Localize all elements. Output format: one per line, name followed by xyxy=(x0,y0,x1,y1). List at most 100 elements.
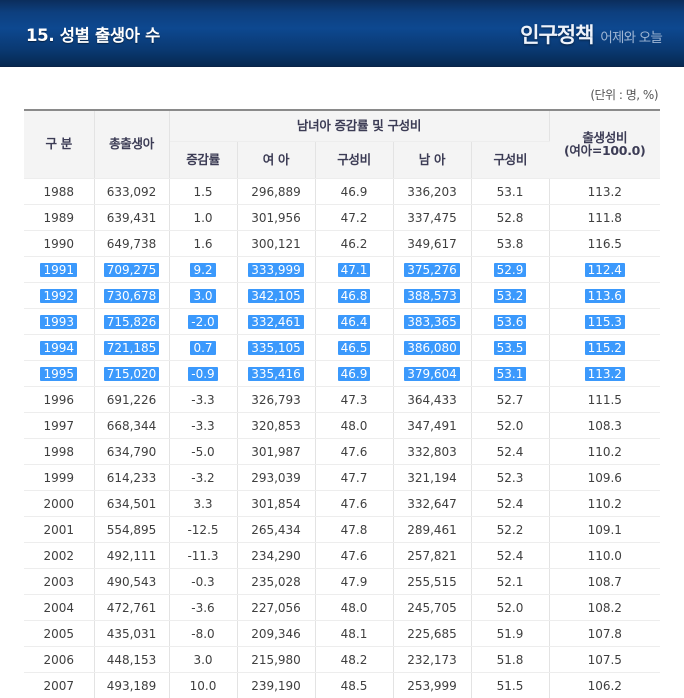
brand-name: 인구정책 xyxy=(520,19,593,49)
cell-total: 492,111 xyxy=(94,543,169,569)
table-row[interactable]: 2003490,543-0.3235,02847.9255,51552.1108… xyxy=(24,569,660,595)
table-row[interactable]: 2000634,5013.3301,85447.6332,64752.4110.… xyxy=(24,491,660,517)
cell-male: 347,491 xyxy=(393,413,471,439)
cell-male-share-value: 51.8 xyxy=(497,654,524,666)
table-body: 1988633,0921.5296,88946.9336,20353.1113.… xyxy=(24,179,660,698)
cell-female: 296,889 xyxy=(237,179,315,205)
cell-female-share-value: 46.8 xyxy=(338,289,371,303)
cell-female-share-value: 46.9 xyxy=(338,367,371,381)
table-row[interactable]: 1992730,6783.0342,10546.8388,57353.2113.… xyxy=(24,283,660,309)
cell-female-share: 47.7 xyxy=(315,465,393,491)
table-row[interactable]: 2001554,895-12.5265,43447.8289,46152.210… xyxy=(24,517,660,543)
births-by-sex-table: 구 분 총출생아 남녀아 증감률 및 구성비 출생성비 (여아=100.0) 증… xyxy=(24,109,660,698)
table-row[interactable]: 1989639,4311.0301,95647.2337,47552.8111.… xyxy=(24,205,660,231)
cell-male-share: 53.6 xyxy=(471,309,549,335)
cell-female: 239,190 xyxy=(237,673,315,698)
cell-sex-ratio-value: 115.2 xyxy=(585,341,625,355)
table-row[interactable]: 1997668,344-3.3320,85348.0347,49152.0108… xyxy=(24,413,660,439)
col-header-male: 남 아 xyxy=(393,142,471,179)
table-row[interactable]: 1993715,826-2.0332,46146.4383,36553.6115… xyxy=(24,309,660,335)
cell-male: 332,803 xyxy=(393,439,471,465)
table-row[interactable]: 2007493,18910.0239,19048.5253,99951.5106… xyxy=(24,673,660,698)
cell-female-share-value: 47.1 xyxy=(338,263,371,277)
col-header-female-share: 구성비 xyxy=(315,142,393,179)
cell-year-value: 2002 xyxy=(43,550,74,562)
cell-year-value: 2004 xyxy=(43,602,74,614)
cell-male-share-value: 52.1 xyxy=(497,576,524,588)
cell-female-share-value: 48.5 xyxy=(341,680,368,692)
cell-female-share: 48.0 xyxy=(315,595,393,621)
table-row[interactable]: 1994721,1850.7335,10546.5386,08053.5115.… xyxy=(24,335,660,361)
cell-male: 386,080 xyxy=(393,335,471,361)
cell-male-value: 347,491 xyxy=(407,420,457,432)
cell-rate-value: -5.0 xyxy=(191,446,214,458)
cell-female: 209,346 xyxy=(237,621,315,647)
cell-year: 1993 xyxy=(24,309,94,335)
cell-total-value: 435,031 xyxy=(107,628,157,640)
table-row[interactable]: 2002492,111-11.3234,29047.6257,82152.411… xyxy=(24,543,660,569)
cell-female-share: 48.1 xyxy=(315,621,393,647)
cell-rate-value: -11.3 xyxy=(187,550,218,562)
table-row[interactable]: 2004472,761-3.6227,05648.0245,70552.0108… xyxy=(24,595,660,621)
cell-female: 326,793 xyxy=(237,387,315,413)
cell-male-share: 51.9 xyxy=(471,621,549,647)
cell-rate: 9.2 xyxy=(169,257,237,283)
table-row[interactable]: 1998634,790-5.0301,98747.6332,80352.4110… xyxy=(24,439,660,465)
cell-rate-value: -3.6 xyxy=(191,602,214,614)
cell-male-share: 53.5 xyxy=(471,335,549,361)
cell-rate: -3.3 xyxy=(169,387,237,413)
cell-female: 335,416 xyxy=(237,361,315,387)
table-row[interactable]: 1991709,2759.2333,99947.1375,27652.9112.… xyxy=(24,257,660,283)
cell-female-share: 47.8 xyxy=(315,517,393,543)
cell-total-value: 691,226 xyxy=(107,394,157,406)
cell-rate: 1.6 xyxy=(169,231,237,257)
cell-male-share: 52.2 xyxy=(471,517,549,543)
cell-male-share: 52.0 xyxy=(471,595,549,621)
cell-total-value: 492,111 xyxy=(107,550,157,562)
cell-total-value: 709,275 xyxy=(104,263,160,277)
table-row[interactable]: 2006448,1533.0215,98048.2232,17351.8107.… xyxy=(24,647,660,673)
cell-total: 709,275 xyxy=(94,257,169,283)
cell-male-share-value: 52.2 xyxy=(497,524,524,536)
cell-female-share: 48.0 xyxy=(315,413,393,439)
cell-female: 335,105 xyxy=(237,335,315,361)
cell-female-share: 47.3 xyxy=(315,387,393,413)
table-row[interactable]: 1990649,7381.6300,12146.2349,61753.8116.… xyxy=(24,231,660,257)
cell-total: 633,092 xyxy=(94,179,169,205)
cell-sex-ratio: 115.3 xyxy=(549,309,660,335)
cell-female-value: 332,461 xyxy=(248,315,304,329)
cell-sex-ratio: 112.4 xyxy=(549,257,660,283)
cell-sex-ratio-value: 110.0 xyxy=(588,550,622,562)
cell-sex-ratio-value: 111.5 xyxy=(588,394,622,406)
cell-female-value: 333,999 xyxy=(248,263,304,277)
cell-total-value: 639,431 xyxy=(107,212,157,224)
cell-female-value: 235,028 xyxy=(251,576,301,588)
cell-total: 715,826 xyxy=(94,309,169,335)
cell-female-value: 335,416 xyxy=(248,367,304,381)
cell-sex-ratio: 113.6 xyxy=(549,283,660,309)
cell-female-value: 342,105 xyxy=(248,289,304,303)
cell-total-value: 448,153 xyxy=(107,654,157,666)
cell-year: 2002 xyxy=(24,543,94,569)
cell-male: 232,173 xyxy=(393,647,471,673)
cell-rate: 3.3 xyxy=(169,491,237,517)
cell-male-value: 257,821 xyxy=(407,550,457,562)
cell-sex-ratio-value: 113.2 xyxy=(585,367,625,381)
cell-male-value: 332,803 xyxy=(407,446,457,458)
table-row[interactable]: 1988633,0921.5296,88946.9336,20353.1113.… xyxy=(24,179,660,205)
cell-male-share: 52.1 xyxy=(471,569,549,595)
cell-male-value: 332,647 xyxy=(407,498,457,510)
cell-female: 227,056 xyxy=(237,595,315,621)
cell-female: 234,290 xyxy=(237,543,315,569)
cell-male-value: 253,999 xyxy=(407,680,457,692)
table-row[interactable]: 1999614,233-3.2293,03947.7321,19452.3109… xyxy=(24,465,660,491)
cell-year: 1995 xyxy=(24,361,94,387)
cell-female-share: 47.6 xyxy=(315,491,393,517)
col-header-sex-ratio: 출생성비 (여아=100.0) xyxy=(549,110,660,179)
table-row[interactable]: 1996691,226-3.3326,79347.3364,43352.7111… xyxy=(24,387,660,413)
cell-year: 1997 xyxy=(24,413,94,439)
cell-female-share-value: 47.8 xyxy=(341,524,368,536)
table-row[interactable]: 2005435,031-8.0209,34648.1225,68551.9107… xyxy=(24,621,660,647)
table-row[interactable]: 1995715,020-0.9335,41646.9379,60453.1113… xyxy=(24,361,660,387)
cell-female-share-value: 46.5 xyxy=(338,341,371,355)
